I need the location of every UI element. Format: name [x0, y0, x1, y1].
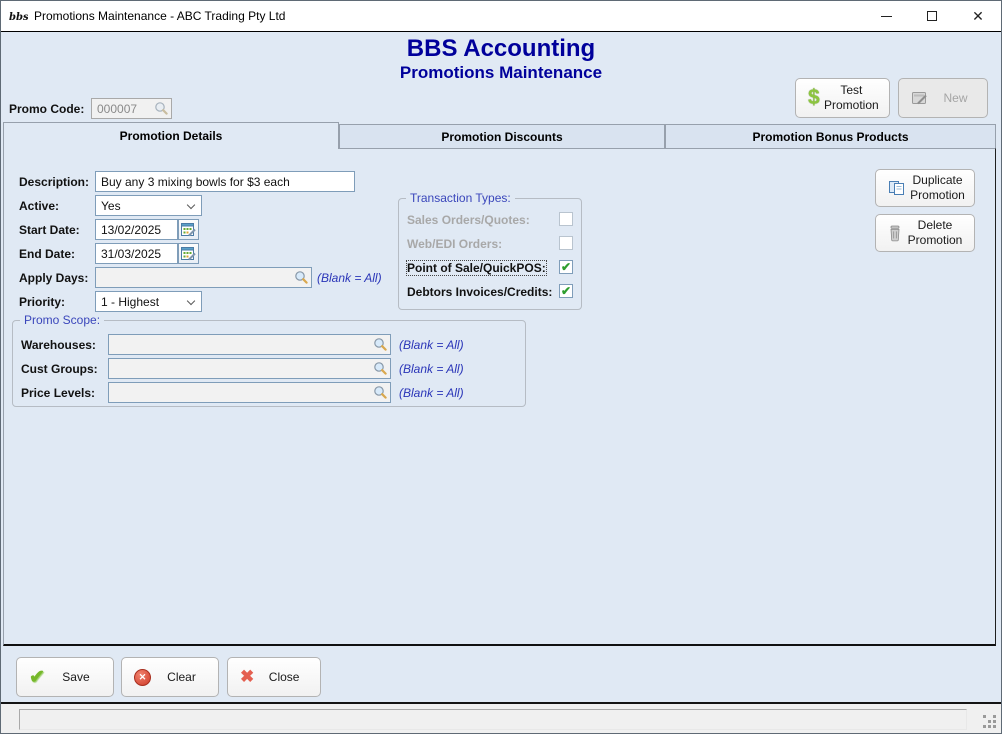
- save-label: Save: [62, 669, 90, 684]
- app-title: BBS Accounting: [406, 35, 596, 62]
- close-button[interactable]: ✖ Close: [227, 657, 321, 697]
- close-window-button[interactable]: ✕: [955, 1, 1001, 31]
- search-icon[interactable]: [373, 385, 388, 400]
- sales-orders-label: Sales Orders/Quotes:: [407, 213, 530, 227]
- save-button[interactable]: ✔ Save: [16, 657, 114, 697]
- description-label: Description:: [19, 175, 90, 189]
- point-of-sale-checkbox[interactable]: ✔: [559, 260, 573, 274]
- maximize-icon: [927, 11, 937, 21]
- price-levels-hint: (Blank = All): [399, 386, 464, 400]
- apply-days-hint: (Blank = All): [317, 271, 382, 285]
- promo-scope-group: Promo Scope: Warehouses: (Blank = All) C…: [12, 313, 526, 407]
- duplicate-promotion-label: Duplicate Promotion: [910, 173, 965, 202]
- calendar-icon: [181, 223, 196, 237]
- title-bar: bbs Promotions Maintenance - ABC Trading…: [1, 1, 1001, 32]
- search-icon[interactable]: [373, 361, 388, 376]
- promotion-details-panel: Description: Buy any 3 mixing bowls for …: [3, 148, 996, 646]
- search-icon[interactable]: [373, 337, 388, 352]
- apply-days-input[interactable]: [95, 267, 312, 288]
- end-date-calendar-button[interactable]: [178, 243, 199, 264]
- svg-text:bbs: bbs: [9, 12, 28, 23]
- dollar-icon: $: [808, 86, 820, 109]
- new-record-icon: [912, 91, 927, 104]
- resize-grip[interactable]: [983, 715, 997, 729]
- delete-promotion-button[interactable]: Delete Promotion: [875, 214, 975, 252]
- start-date-calendar-button[interactable]: [178, 219, 199, 240]
- trash-icon: [890, 225, 900, 241]
- price-levels-input[interactable]: [108, 382, 391, 403]
- cust-groups-hint: (Blank = All): [399, 362, 464, 376]
- price-levels-label: Price Levels:: [21, 386, 96, 400]
- promo-code-input: 000007: [91, 98, 172, 119]
- maximize-button[interactable]: [909, 1, 955, 31]
- duplicate-promotion-button[interactable]: Duplicate Promotion: [875, 169, 975, 207]
- debtors-invoices-label: Debtors Invoices/Credits:: [407, 285, 553, 299]
- description-input[interactable]: Buy any 3 mixing bowls for $3 each: [95, 171, 355, 192]
- warehouses-input[interactable]: [108, 334, 391, 355]
- close-icon: ✕: [972, 7, 984, 24]
- point-of-sale-label: Point of Sale/QuickPOS:: [406, 260, 547, 276]
- promotions-maintenance-window: bbs Promotions Maintenance - ABC Trading…: [0, 0, 1002, 734]
- tab-promotion-details[interactable]: Promotion Details: [3, 122, 339, 149]
- app-icon: bbs: [9, 12, 28, 23]
- promo-code-label: Promo Code:: [9, 102, 85, 116]
- status-message: [19, 709, 967, 730]
- end-date-label: End Date:: [19, 247, 76, 261]
- delete-promotion-label: Delete Promotion: [907, 218, 963, 247]
- debtors-invoices-checkbox[interactable]: ✔: [559, 284, 573, 298]
- save-check-icon: ✔: [29, 666, 45, 688]
- minimize-icon: [880, 15, 892, 17]
- clear-icon: ✕: [134, 668, 151, 686]
- status-bar: [1, 702, 1001, 733]
- web-edi-orders-checkbox: [559, 236, 573, 250]
- check-icon: ✔: [560, 260, 572, 274]
- clear-button[interactable]: ✕ Clear: [121, 657, 219, 697]
- clear-label: Clear: [167, 669, 196, 684]
- warehouses-hint: (Blank = All): [399, 338, 464, 352]
- close-x-icon: ✖: [240, 667, 255, 686]
- search-icon: [155, 102, 168, 115]
- start-date-label: Start Date:: [19, 223, 80, 237]
- end-date-input[interactable]: 31/03/2025: [95, 243, 178, 264]
- new-label: New: [943, 90, 968, 105]
- tab-promotion-discounts[interactable]: Promotion Discounts: [339, 124, 665, 148]
- search-icon[interactable]: [294, 270, 309, 285]
- promo-scope-legend: Promo Scope:: [20, 313, 105, 327]
- active-dropdown[interactable]: Yes: [95, 195, 202, 216]
- chevron-down-icon: [186, 200, 196, 210]
- priority-dropdown[interactable]: 1 - Highest: [95, 291, 202, 312]
- check-icon: ✔: [560, 284, 572, 298]
- sales-orders-checkbox: [559, 212, 573, 226]
- test-promotion-button[interactable]: $ Test Promotion: [795, 78, 890, 118]
- chevron-down-icon: [186, 296, 196, 306]
- transaction-types-legend: Transaction Types:: [406, 191, 515, 205]
- duplicate-icon: [889, 180, 904, 195]
- tab-promotion-bonus-products[interactable]: Promotion Bonus Products: [665, 124, 996, 148]
- apply-days-label: Apply Days:: [19, 271, 89, 285]
- priority-label: Priority:: [19, 295, 66, 309]
- window-title: Promotions Maintenance - ABC Trading Pty…: [34, 9, 286, 23]
- new-button: New: [898, 78, 988, 118]
- active-label: Active:: [19, 199, 60, 213]
- close-label: Close: [268, 669, 300, 684]
- web-edi-orders-label: Web/EDI Orders:: [407, 237, 503, 251]
- calendar-icon: [181, 247, 196, 261]
- test-promotion-label: Test Promotion: [823, 83, 879, 112]
- transaction-types-group: Transaction Types: Sales Orders/Quotes: …: [398, 191, 582, 310]
- warehouses-label: Warehouses:: [21, 338, 96, 352]
- cust-groups-label: Cust Groups:: [21, 362, 98, 376]
- cust-groups-input[interactable]: [108, 358, 391, 379]
- minimize-button[interactable]: [863, 1, 909, 31]
- start-date-input[interactable]: 13/02/2025: [95, 219, 178, 240]
